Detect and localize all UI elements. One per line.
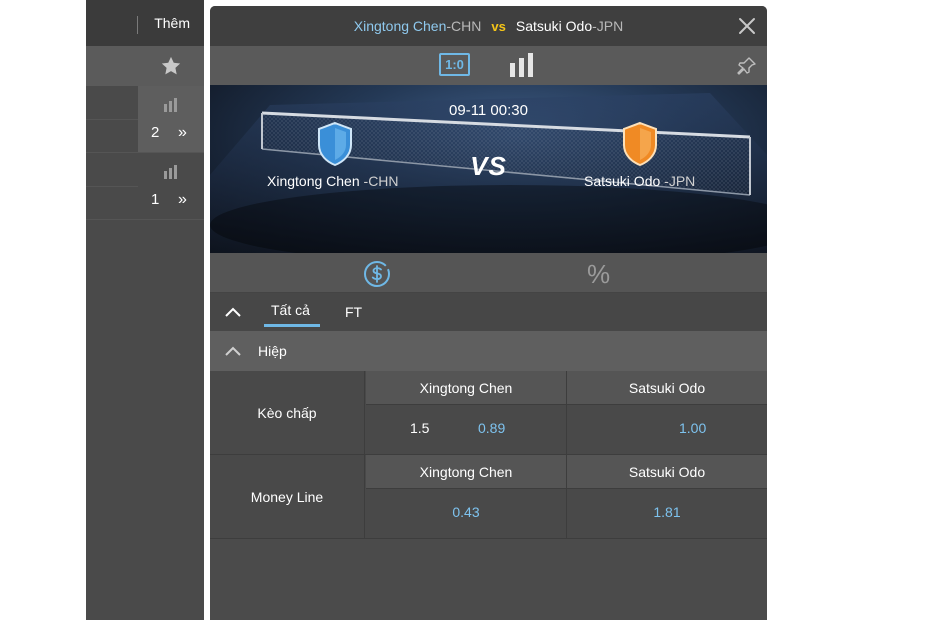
bar-chart-icon[interactable]: [163, 98, 179, 112]
tab-ft[interactable]: FT: [345, 304, 362, 320]
odds-price: 0.89: [478, 420, 506, 436]
odds-price: 0.43: [452, 504, 480, 520]
period-tabs: Tất cả FT: [210, 293, 767, 331]
away-column: Satsuki Odo 1.00: [567, 371, 767, 455]
event-toolbar: 1:0: [210, 46, 767, 85]
row-divider: [86, 119, 138, 120]
more-label[interactable]: Thêm: [154, 15, 190, 31]
market-count: 2: [151, 124, 160, 141]
event-row[interactable]: 2 »: [86, 86, 204, 153]
bar-chart-icon[interactable]: [508, 53, 536, 77]
section-header[interactable]: Hiệp: [210, 331, 767, 371]
dollar-circle-icon[interactable]: [363, 260, 391, 288]
event-row-highlight: [138, 153, 204, 219]
scoreboard-label: 1:0: [445, 57, 464, 72]
home-odds-button[interactable]: 0.43: [366, 489, 566, 539]
home-column: Xingtong Chen 1.5 0.89: [366, 371, 567, 455]
event-row[interactable]: 1 »: [86, 153, 204, 220]
away-team-title: Satsuki Odo: [515, 18, 593, 34]
selection-header: Satsuki Odo: [567, 371, 767, 405]
selection-header: Xingtong Chen: [366, 455, 566, 489]
header-separator: [137, 16, 138, 34]
event-detail-panel: Xingtong Chen -CHN vs Satsuki Odo -JPN 1…: [210, 6, 767, 620]
chevron-up-icon[interactable]: [224, 305, 242, 319]
match-datetime: 09-11 00:30: [449, 102, 528, 119]
home-odds-button[interactable]: 1.5 0.89: [366, 405, 566, 455]
close-icon[interactable]: [737, 16, 757, 36]
tab-all[interactable]: Tất cả: [271, 302, 310, 318]
chevron-right-icon[interactable]: »: [178, 124, 187, 142]
star-icon[interactable]: [160, 55, 182, 77]
market-row: Kèo chấp Xingtong Chen 1.5 0.89 Satsuki …: [210, 371, 767, 455]
pin-icon[interactable]: [737, 56, 757, 76]
selection-header: Xingtong Chen: [366, 371, 566, 405]
away-team-label: Satsuki Odo: [584, 173, 661, 189]
away-team-country: -JPN: [664, 173, 696, 189]
bar-chart-icon[interactable]: [163, 165, 179, 179]
away-odds-button[interactable]: 1.81: [567, 489, 767, 539]
row-divider: [86, 186, 138, 187]
odds-price: 1.81: [653, 504, 681, 520]
selection-header: Satsuki Odo: [567, 455, 767, 489]
vs-label: vs: [491, 18, 506, 34]
active-tab-indicator: [264, 324, 320, 327]
market-name: Money Line: [210, 455, 365, 539]
away-column: Satsuki Odo 1.81: [567, 455, 767, 539]
chevron-right-icon[interactable]: »: [178, 191, 187, 209]
market-name: Kèo chấp: [210, 371, 365, 455]
home-country-code: -CHN: [446, 18, 482, 34]
market-type-bar: %: [210, 253, 767, 293]
section-title: Hiệp: [258, 343, 287, 359]
match-banner: 09-11 00:30 Xingtong Chen -CHN VS Satsuk…: [210, 85, 767, 253]
market-row: Money Line Xingtong Chen 0.43 Satsuki Od…: [210, 455, 767, 539]
away-team-name: Satsuki Odo -JPN: [584, 173, 695, 189]
scoreboard-button[interactable]: 1:0: [439, 53, 470, 76]
odds-price: 1.00: [679, 420, 707, 436]
market-count: 1: [151, 191, 160, 208]
away-odds-button[interactable]: 1.00: [567, 405, 767, 455]
handicap-line: 1.5: [410, 420, 430, 436]
event-list-header: Thêm: [86, 0, 204, 46]
favorites-row: [86, 46, 204, 86]
home-team-title: Xingtong Chen: [353, 18, 447, 34]
percent-icon[interactable]: %: [587, 259, 610, 290]
event-list-panel: Thêm 2 » 1 »: [86, 0, 204, 620]
event-row-highlight: [138, 86, 204, 152]
away-country-code: -JPN: [592, 18, 624, 34]
home-column: Xingtong Chen 0.43: [366, 455, 567, 539]
event-title-bar: Xingtong Chen -CHN vs Satsuki Odo -JPN: [210, 6, 767, 46]
chevron-up-icon[interactable]: [224, 344, 242, 358]
